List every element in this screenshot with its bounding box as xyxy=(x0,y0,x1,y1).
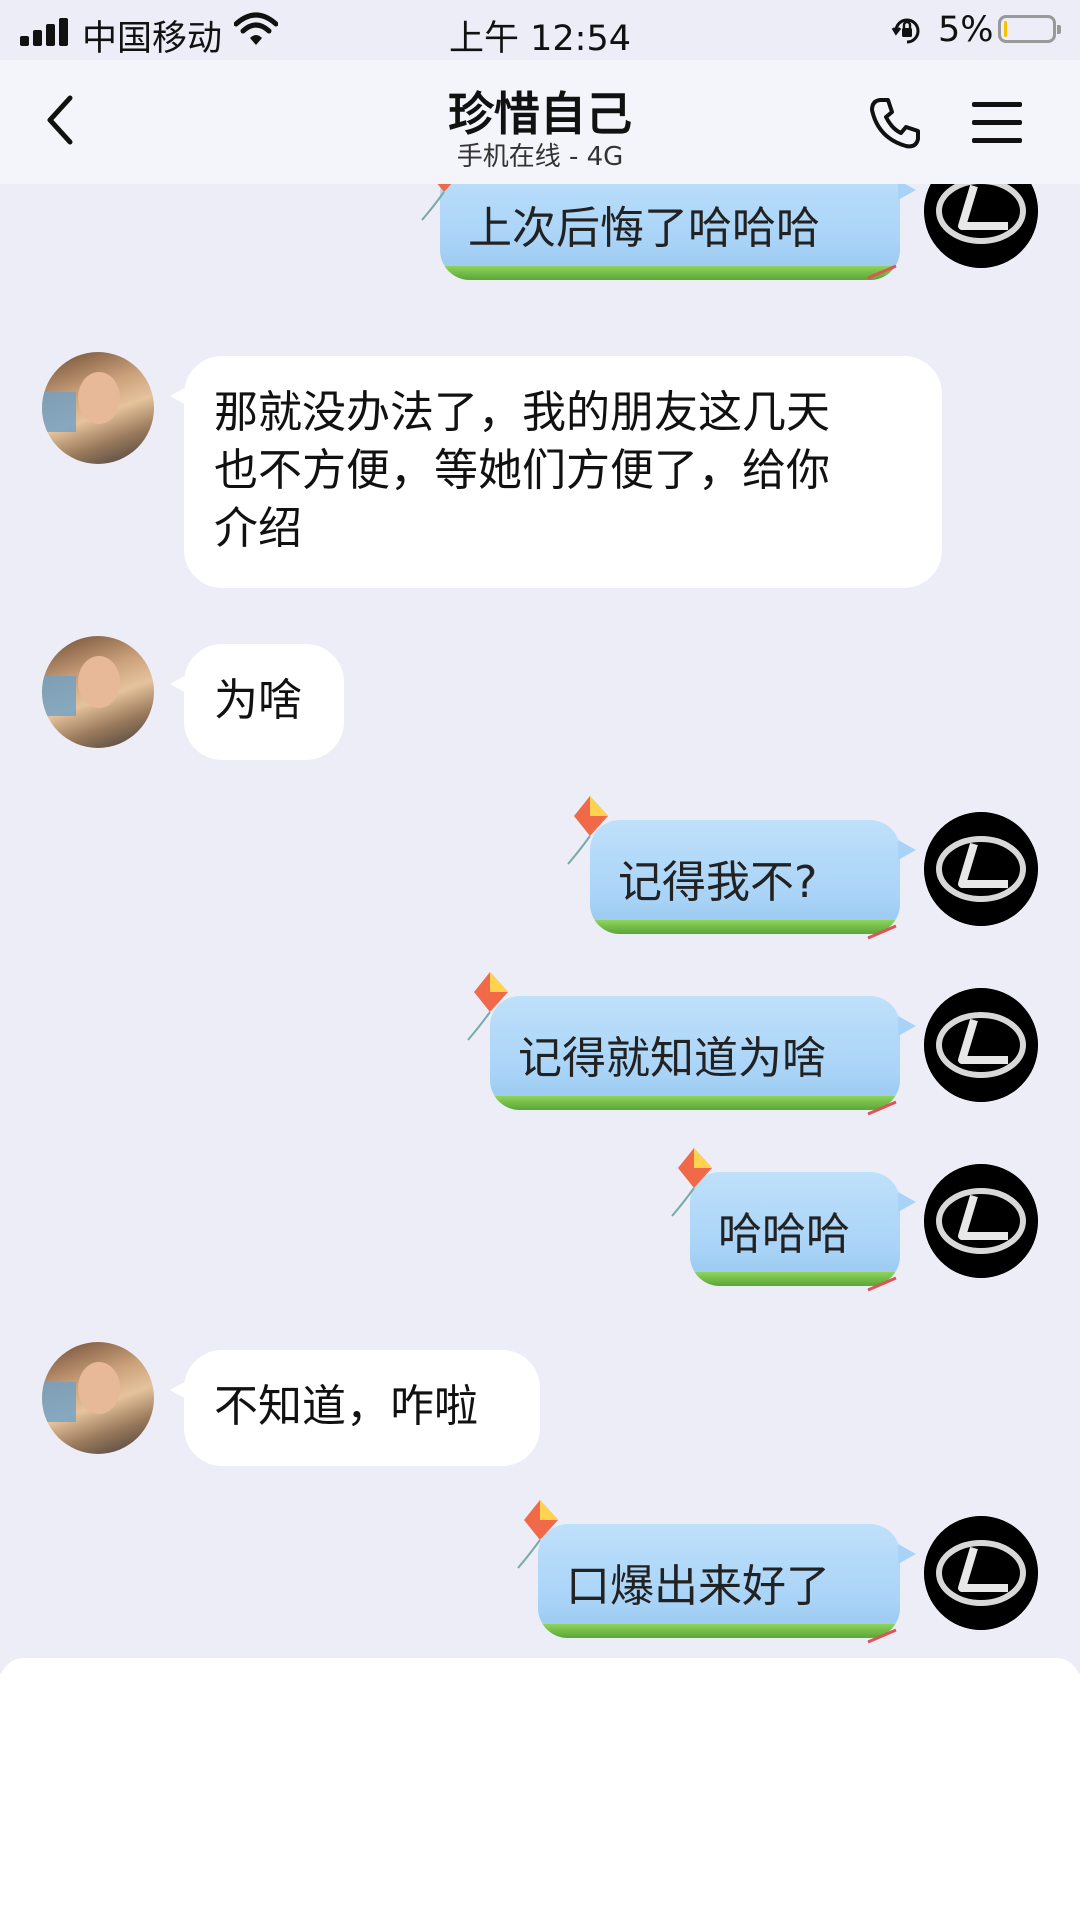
lexus-avatar-icon[interactable] xyxy=(924,988,1038,1102)
kite-icon xyxy=(517,1500,558,1569)
message-bubble[interactable]: 不知道，咋啦 xyxy=(170,1350,540,1466)
message-incoming: 那就没办法了，我的朋友这几天 也不方便，等她们方便了，给你 介绍 xyxy=(0,352,1080,592)
message-text: 记得我不? xyxy=(618,857,818,908)
message-text-line: 介绍 xyxy=(214,503,302,554)
chat-header: 珍惜自己 手机在线 - 4G xyxy=(0,60,1080,184)
message-text: 不知道，咋啦 xyxy=(214,1381,478,1432)
phone-icon[interactable] xyxy=(868,96,922,150)
lexus-avatar-icon[interactable] xyxy=(924,1164,1038,1278)
message-incoming: 不知道，咋啦 xyxy=(0,1342,1080,1472)
message-text-line: 也不方便，等她们方便了，给你 xyxy=(214,445,830,496)
battery-level-fill xyxy=(1004,21,1007,37)
message-outgoing: 哈哈哈 xyxy=(0,1148,1080,1308)
rotation-lock-icon xyxy=(891,18,920,44)
message-text: 记得就知道为啥 xyxy=(518,1033,826,1084)
kite-string-icon xyxy=(867,1628,897,1644)
status-bar: 中国移动 上午 12:54 5% xyxy=(0,0,1080,60)
message-bubble[interactable]: 上次后悔了哈哈哈 xyxy=(440,184,900,280)
kite-string-icon xyxy=(867,1276,897,1292)
battery-percent: 5% xyxy=(938,10,994,50)
message-outgoing: 记得就知道为啥 xyxy=(0,972,1080,1132)
message-bubble[interactable]: 为啥 xyxy=(170,644,344,760)
grass-decoration xyxy=(490,1096,900,1110)
contact-avatar[interactable] xyxy=(42,352,154,464)
message-outgoing: 记得我不? xyxy=(0,796,1080,956)
input-panel[interactable] xyxy=(0,1658,1080,1921)
grass-decoration xyxy=(590,920,900,934)
kite-icon xyxy=(421,184,452,221)
message-text: 哈哈哈 xyxy=(718,1209,850,1260)
input-panel-edge xyxy=(0,1658,1080,1682)
message-bubble[interactable]: 记得我不? xyxy=(590,820,900,934)
grass-decoration xyxy=(538,1624,900,1638)
contact-avatar[interactable] xyxy=(42,1342,154,1454)
message-text: 为啥 xyxy=(214,675,302,726)
message-bubble[interactable]: 那就没办法了，我的朋友这几天 也不方便，等她们方便了，给你 介绍 xyxy=(170,356,942,588)
kite-string-icon xyxy=(867,924,897,940)
kite-icon xyxy=(467,972,508,1041)
message-outgoing: 口爆出来好了 xyxy=(0,1500,1080,1660)
message-list[interactable]: 上次后悔了哈哈哈 那就没办法了，我的朋友这几天 也不方便，等她们方便了，给你 介… xyxy=(0,184,1080,1674)
message-text-line: 那就没办法了，我的朋友这几天 xyxy=(214,387,830,438)
kite-string-icon xyxy=(867,264,897,280)
contact-avatar[interactable] xyxy=(42,636,154,748)
message-bubble[interactable]: 口爆出来好了 xyxy=(538,1524,900,1638)
grass-decoration xyxy=(440,266,900,280)
message-bubble[interactable]: 记得就知道为啥 xyxy=(490,996,900,1110)
message-text: 口爆出来好了 xyxy=(566,1561,830,1612)
kite-string-icon xyxy=(867,1100,897,1116)
lexus-avatar-icon[interactable] xyxy=(924,184,1038,268)
lexus-avatar-icon[interactable] xyxy=(924,812,1038,926)
message-outgoing: 上次后悔了哈哈哈 xyxy=(0,184,1080,304)
menu-icon[interactable] xyxy=(970,98,1024,148)
lexus-avatar-icon[interactable] xyxy=(924,1516,1038,1630)
kite-icon xyxy=(567,796,608,865)
message-incoming: 为啥 xyxy=(0,636,1080,766)
kite-icon xyxy=(671,1148,712,1217)
message-text: 上次后悔了哈哈哈 xyxy=(468,203,820,254)
battery-icon xyxy=(998,15,1061,43)
